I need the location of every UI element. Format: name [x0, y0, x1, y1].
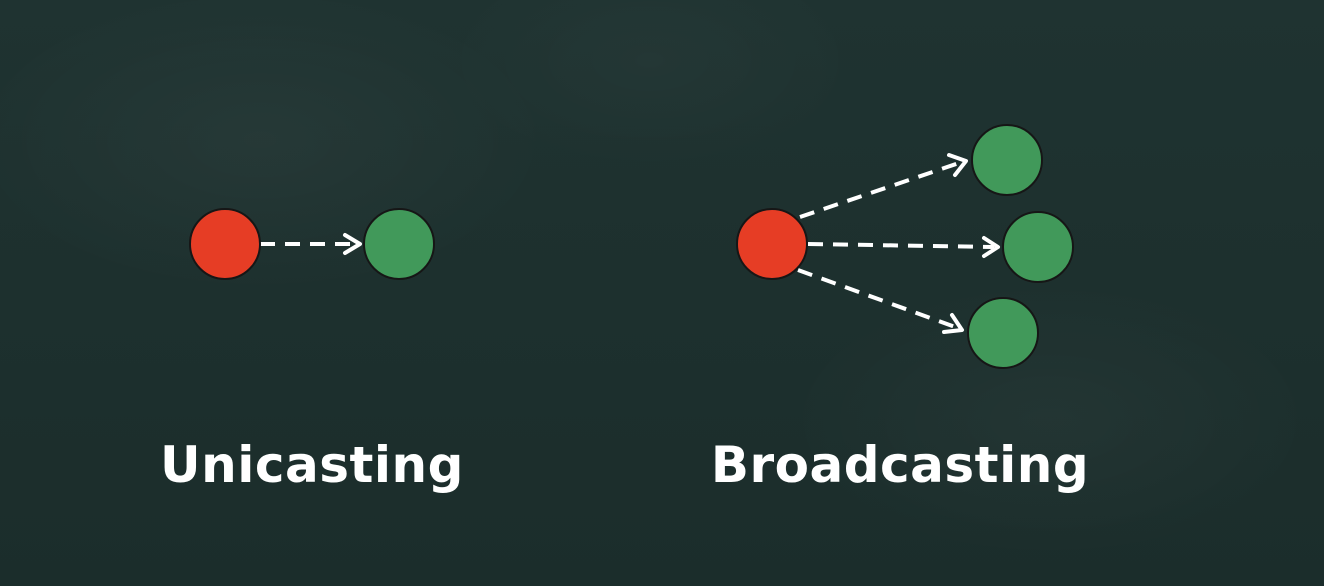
- broadcast-receiver-node-middle: [1002, 211, 1074, 283]
- broadcasting-label: Broadcasting: [710, 436, 1090, 494]
- broadcasting-diagram: [736, 124, 1074, 369]
- casting-diagram: [189, 124, 1074, 369]
- broadcast-receiver-node-bottom: [967, 297, 1039, 369]
- unicast-receiver-node: [363, 208, 435, 280]
- broadcast-arrow-top-shaft: [799, 160, 963, 219]
- unicast-sender-node: [189, 208, 261, 280]
- broadcast-arrow-bottom-shaft: [797, 268, 959, 330]
- broadcast-sender-node: [736, 208, 808, 280]
- broadcast-receiver-node-top: [971, 124, 1043, 196]
- unicasting-label: Unicasting: [160, 436, 464, 494]
- unicasting-diagram: [189, 208, 435, 280]
- broadcast-arrow-middle-shaft: [807, 242, 995, 249]
